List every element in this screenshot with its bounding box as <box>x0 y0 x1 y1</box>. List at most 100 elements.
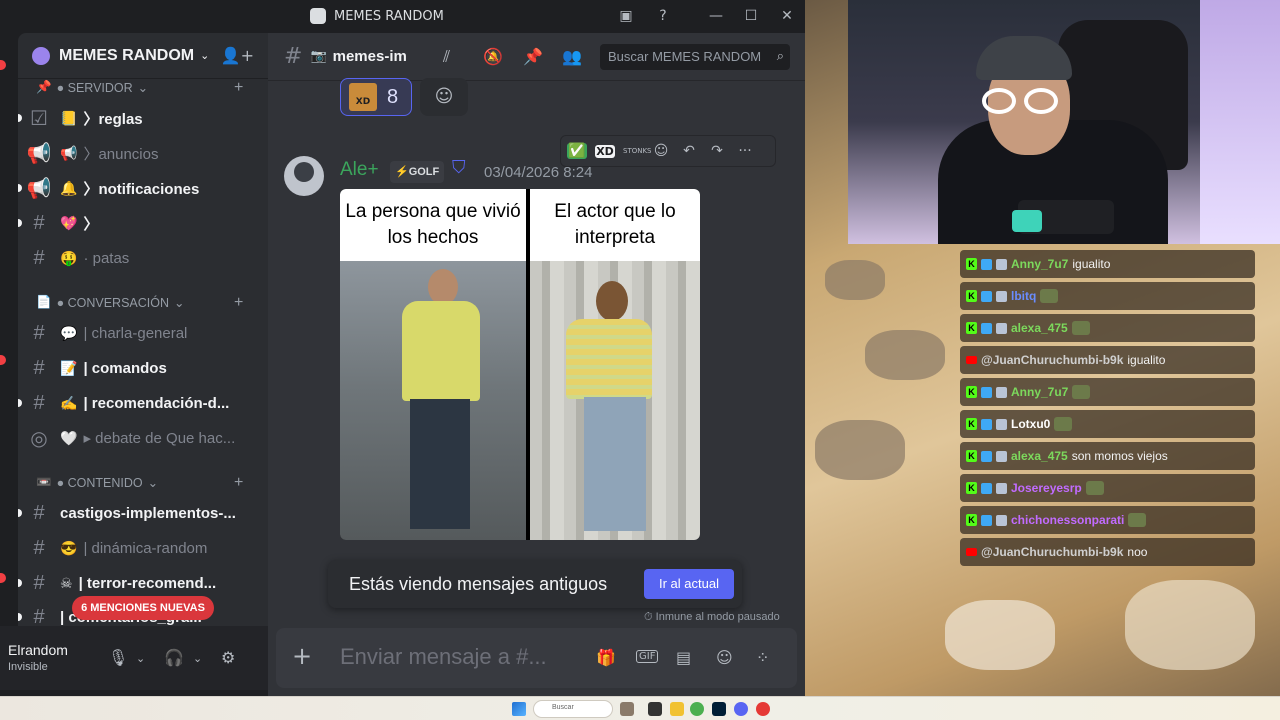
folder-icon[interactable] <box>670 702 684 716</box>
chat-text: noo <box>1127 545 1148 559</box>
video-icon: 📼 <box>36 475 52 489</box>
inbox-icon[interactable]: ▣ <box>615 6 637 26</box>
category-label: ● CONTENIDO <box>56 475 143 490</box>
chat-username: chichonessonparati <box>1011 513 1125 527</box>
apps-icon[interactable]: ⁘ <box>756 648 769 667</box>
taskbar-search[interactable]: Buscar <box>533 700 613 718</box>
search-input[interactable]: Buscar MEMES RANDOM ⌕ <box>600 44 790 70</box>
windows-taskbar: Buscar <box>0 696 1280 720</box>
reaction-chip[interactable]: XD 8 <box>340 78 412 116</box>
server-list <box>0 33 18 696</box>
chevron-down-icon[interactable]: ⌄ <box>193 652 202 665</box>
username[interactable]: Elrandom <box>8 642 68 658</box>
forum-icon: ◎ <box>30 427 48 450</box>
message-input[interactable] <box>340 644 570 670</box>
maximize-icon[interactable]: ☐ <box>740 6 762 26</box>
channel-label: | recomendación-d... <box>83 394 230 412</box>
add-channel-icon[interactable]: + <box>234 474 243 492</box>
category-servidor[interactable]: 📌 ● SERVIDOR ⌄ + <box>36 79 243 96</box>
category-contenido[interactable]: 📼 ● CONTENIDO ⌄ + <box>36 474 243 491</box>
category-conversacion[interactable]: 📄 ● CONVERSACIÓN ⌄ + <box>36 294 243 311</box>
announcement-icon: 📢 <box>26 142 52 165</box>
add-reaction-icon[interactable]: ☺ <box>420 78 468 116</box>
add-reaction-icon[interactable]: ☺ <box>651 143 671 159</box>
discord-icon[interactable] <box>734 702 748 716</box>
upload-plus-icon[interactable]: + <box>292 642 312 670</box>
mute-bell-icon[interactable]: 🔕 <box>483 47 503 66</box>
hash-icon: # <box>33 356 45 379</box>
windows-start-icon[interactable] <box>512 702 526 716</box>
add-channel-icon[interactable]: + <box>234 294 243 312</box>
channel-notificaciones[interactable]: 📢 🔔 〉notificaciones <box>18 172 260 204</box>
app-icon[interactable] <box>756 702 770 716</box>
new-mentions-button[interactable]: 6 MENCIONES NUEVAS <box>72 596 214 620</box>
headphones-icon[interactable]: 🎧 <box>164 648 184 667</box>
background-light <box>1200 0 1280 244</box>
emoji-icon[interactable]: ☺ <box>716 648 733 667</box>
channel-debate[interactable]: ◎ 🤍 ▸ debate de Que hac... <box>26 422 260 454</box>
xd-reaction-icon[interactable]: XD <box>595 144 615 158</box>
app-icon[interactable] <box>648 702 662 716</box>
badge-icon <box>996 514 1007 526</box>
gear-icon[interactable]: ⚙ <box>221 648 235 667</box>
pin-icon[interactable]: 📌 <box>523 47 543 66</box>
channel-emoji: 💖 <box>60 214 78 231</box>
channel-label: castigos-implementos-... <box>60 504 236 522</box>
channel-anuncios[interactable]: 📢 📢 〉anuncios <box>26 137 260 169</box>
add-channel-icon[interactable]: + <box>234 79 243 97</box>
kick-icon: K <box>966 514 977 526</box>
chrome-icon[interactable] <box>690 702 704 716</box>
channel-recomendacion[interactable]: # ✍ | recomendación-d... <box>18 387 260 419</box>
members-icon[interactable]: 👥 <box>562 47 582 66</box>
discord-app-icon <box>310 8 326 24</box>
channel-emoji-icon: 📷 <box>310 49 327 64</box>
more-options-icon[interactable]: ··· <box>735 143 755 159</box>
avatar[interactable] <box>284 156 324 196</box>
hash-icon: # <box>33 246 45 269</box>
photoshop-icon[interactable] <box>712 702 726 716</box>
hash-icon: # <box>33 536 45 559</box>
unread-pip <box>18 114 22 122</box>
badge-icon <box>996 290 1007 302</box>
add-user-icon[interactable]: 👤+ <box>221 46 254 65</box>
window-title: MEMES RANDOM <box>334 8 444 24</box>
meme-image[interactable]: La persona que vivió los hechos El actor… <box>340 189 700 540</box>
meme-left-caption: La persona que vivió los hechos <box>340 189 526 261</box>
yellow-shirt <box>402 301 480 401</box>
chat-message: K Anny_7u7 <box>960 378 1255 406</box>
guild-tag[interactable]: ⚡GOLF <box>390 161 445 183</box>
server-header[interactable]: MEMES RANDOM ⌄ 👤+ <box>18 33 268 79</box>
channel-reglas[interactable]: ☑ 📒 〉reglas <box>18 102 260 134</box>
channel-castigos[interactable]: # castigos-implementos-... <box>18 497 260 529</box>
channel-charla-general[interactable]: # 💬 | charla-general <box>26 317 260 349</box>
forward-icon[interactable]: ↷ <box>707 143 727 159</box>
threads-icon[interactable]: ⫽ <box>443 47 450 67</box>
title-bar: MEMES RANDOM ▣ ? — ☐ ✕ <box>0 0 805 33</box>
channel-emoji: 🔔 <box>60 179 78 196</box>
chevron-down-icon[interactable]: ⌄ <box>136 652 145 665</box>
channel-comandos[interactable]: # 📝 | comandos <box>26 352 260 384</box>
emote-icon <box>1072 385 1091 399</box>
close-icon[interactable]: ✕ <box>776 6 798 26</box>
striped-shirt <box>566 319 652 399</box>
minimize-icon[interactable]: — <box>705 6 727 26</box>
reply-icon[interactable]: ↶ <box>679 143 699 159</box>
app-icon[interactable] <box>620 702 634 716</box>
help-icon[interactable]: ? <box>652 6 674 26</box>
channel-dinamica-random[interactable]: # 😎 | dinámica-random <box>26 532 260 564</box>
channel-terror[interactable]: # ☠ | terror-recomend... <box>18 567 260 599</box>
sticker-icon[interactable]: ▤ <box>676 648 691 667</box>
announcement-icon: 📢 <box>26 177 52 200</box>
channel-patas[interactable]: # 🤑 · patas <box>26 242 260 274</box>
jump-to-present-button[interactable]: Ir al actual <box>644 569 734 599</box>
channel-heart[interactable]: # 💖 〉 <box>18 207 260 239</box>
message-author[interactable]: Ale+ <box>340 159 379 181</box>
rules-channel-icon: ☑ <box>30 107 48 130</box>
stonks-reaction-icon[interactable]: STONKS <box>623 147 652 155</box>
check-reaction-icon[interactable]: ✅ <box>567 143 587 159</box>
microphone-icon[interactable]: 🎙 <box>108 648 128 667</box>
unread-indicator <box>0 355 6 365</box>
gif-icon[interactable]: GIF <box>636 650 659 663</box>
chat-text: igualito <box>1072 257 1111 271</box>
gift-icon[interactable]: 🎁 <box>596 648 616 667</box>
